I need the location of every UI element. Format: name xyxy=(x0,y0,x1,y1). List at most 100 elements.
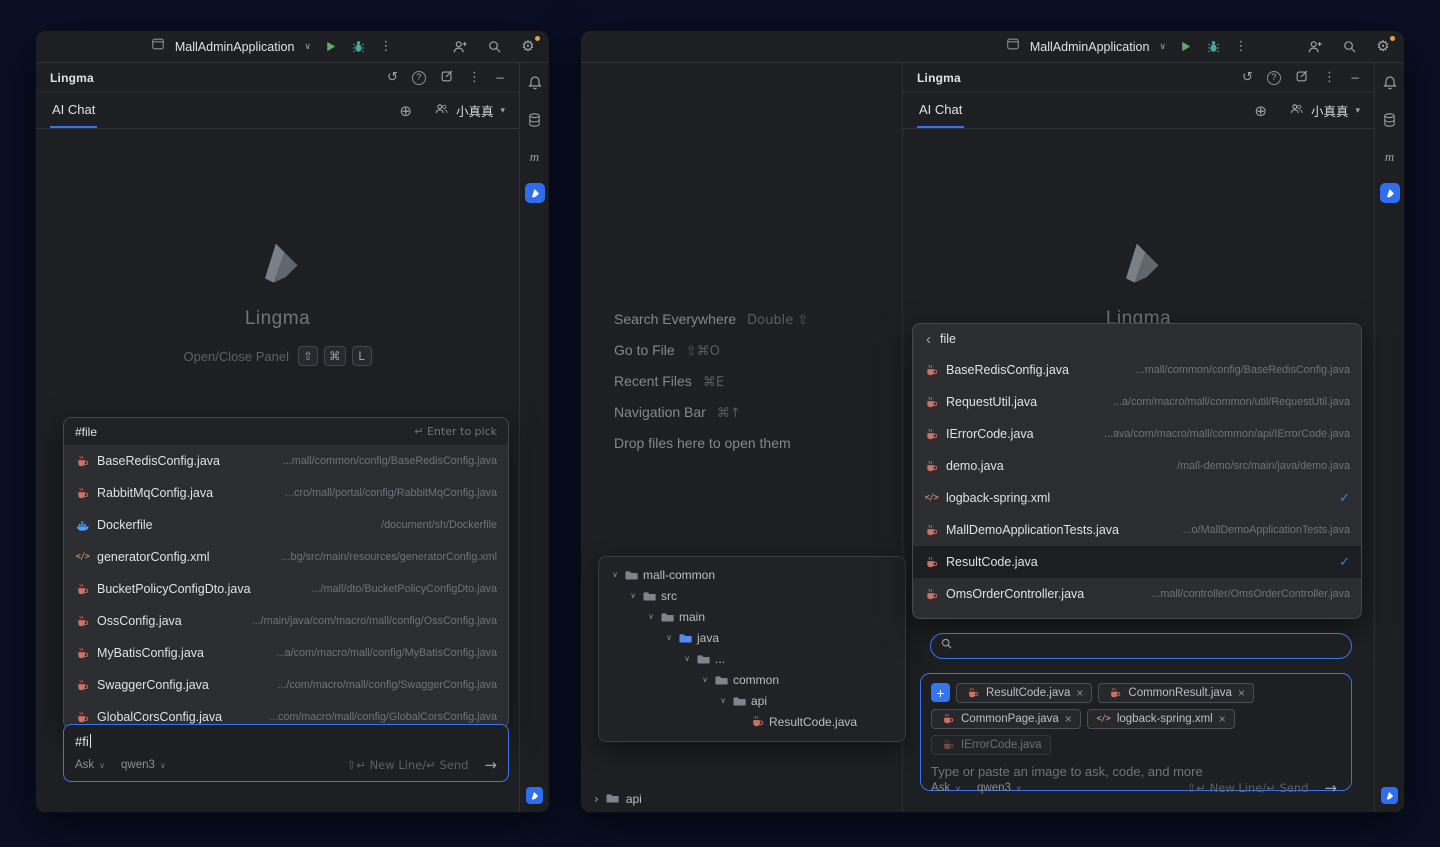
file-picker-row[interactable]: </> IErrorCode.java ...ava/com/macro/mal… xyxy=(913,418,1361,450)
remove-chip-button[interactable]: × xyxy=(1065,713,1072,725)
debug-button[interactable] xyxy=(1204,37,1222,57)
remove-chip-button[interactable]: × xyxy=(1076,687,1083,699)
file-name: SwaggerConfig.java xyxy=(97,678,209,692)
file-picker-row[interactable]: </> RequestUtil.java ...a/com/macro/mall… xyxy=(913,386,1361,418)
chevron-down-icon[interactable]: ∨ xyxy=(718,696,728,705)
java-file-icon xyxy=(965,687,980,699)
chevron-down-icon[interactable]: ∨ xyxy=(646,612,656,621)
context-chip[interactable]: </> IErrorCode.java × xyxy=(931,735,1051,755)
chevron-down-icon[interactable]: ∨ xyxy=(664,633,674,642)
back-chevron-icon[interactable]: ‹ xyxy=(926,332,931,347)
database-button[interactable] xyxy=(1379,109,1401,131)
context-input-box[interactable]: + </> ResultCode.java × xyxy=(920,673,1352,791)
lingma-status-icon[interactable] xyxy=(526,787,543,804)
more-actions-button[interactable]: ⋮ xyxy=(1232,37,1250,57)
chevron-down-icon[interactable]: ∨ xyxy=(682,654,692,663)
history-button[interactable]: ↺ xyxy=(1242,70,1253,85)
run-button[interactable] xyxy=(1176,37,1194,57)
settings-button[interactable]: ⚙ xyxy=(1374,37,1392,57)
file-picker-row[interactable]: </> ResultCode.java ✓ xyxy=(913,546,1361,578)
lingma-status-icon[interactable] xyxy=(1381,787,1398,804)
chevron-down-icon[interactable]: ∨ xyxy=(628,591,638,600)
file-picker-row[interactable]: </> OssConfig.java .../main/java/com/mac… xyxy=(64,605,508,637)
run-config-selector[interactable]: MallAdminApplication xyxy=(1030,40,1150,54)
model-select[interactable]: qwen3 ∨ xyxy=(977,782,1022,794)
tree-row[interactable]: ∨ api xyxy=(599,690,905,711)
minimize-panel-button[interactable]: − xyxy=(495,71,505,85)
chevron-right-icon[interactable]: › xyxy=(594,792,599,806)
lingma-plugin-button[interactable] xyxy=(525,183,545,203)
file-picker-row[interactable]: </> SwaggerConfig.java .../com/macro/mal… xyxy=(64,669,508,701)
file-name: RequestUtil.java xyxy=(946,395,1037,409)
new-chat-button[interactable]: ⊕ xyxy=(1254,102,1267,120)
panel-more-button[interactable]: ⋮ xyxy=(1323,70,1336,85)
minimize-panel-button[interactable]: − xyxy=(1350,71,1360,85)
ask-mode-select[interactable]: Ask ∨ xyxy=(931,782,961,794)
help-button[interactable]: ? xyxy=(412,71,426,85)
tree-row[interactable]: ∨ mall-common xyxy=(599,564,905,585)
run-button[interactable] xyxy=(321,37,339,57)
debug-button[interactable] xyxy=(349,37,367,57)
tree-row[interactable]: ∨ main xyxy=(599,606,905,627)
panel-more-button[interactable]: ⋮ xyxy=(468,70,481,85)
tree-row[interactable]: ∨ ... xyxy=(599,648,905,669)
context-search-field[interactable] xyxy=(930,633,1352,659)
context-chip[interactable]: </> CommonResult.java × xyxy=(1098,683,1254,703)
file-picker-row[interactable]: </> logback-spring.xml ✓ xyxy=(913,482,1361,514)
remove-chip-button[interactable]: × xyxy=(1219,713,1226,725)
file-picker-row[interactable]: </> Dockerfile /document/sh/Dockerfile xyxy=(64,509,508,541)
file-picker-row[interactable]: </> RabbitMqConfig.java ...cro/mall/port… xyxy=(64,477,508,509)
ask-mode-select[interactable]: Ask ∨ xyxy=(75,759,105,771)
chevron-down-icon[interactable]: ∨ xyxy=(700,675,710,684)
file-picker-row[interactable]: </> BaseRedisConfig.java ...mall/common/… xyxy=(64,445,508,477)
search-everywhere-button[interactable] xyxy=(485,37,503,57)
file-picker-row[interactable]: </> MallDemoApplicationTests.java ...o/M… xyxy=(913,514,1361,546)
maven-button[interactable]: m xyxy=(524,146,546,168)
add-user-button[interactable] xyxy=(451,37,469,57)
maven-button[interactable]: m xyxy=(1379,146,1401,168)
notifications-button[interactable] xyxy=(1379,72,1401,94)
new-conversation-button[interactable] xyxy=(440,69,454,86)
lingma-plugin-button[interactable] xyxy=(1380,183,1400,203)
account-menu[interactable]: 小真真 ▾ xyxy=(1289,101,1360,120)
search-everywhere-button[interactable] xyxy=(1340,37,1358,57)
notifications-button[interactable] xyxy=(524,72,546,94)
add-user-button[interactable] xyxy=(1306,37,1324,57)
tree-row[interactable]: ∨ src xyxy=(599,585,905,606)
tab-ai-chat[interactable]: AI Chat xyxy=(50,93,97,128)
file-picker-row[interactable]: </> BaseRedisConfig.java ...mall/common/… xyxy=(913,354,1361,386)
file-picker-row[interactable]: </> OmsOrderController.java ...mall/cont… xyxy=(913,578,1361,610)
tab-ai-chat[interactable]: AI Chat xyxy=(917,93,964,128)
remove-chip-button[interactable]: × xyxy=(1238,687,1245,699)
more-actions-button[interactable]: ⋮ xyxy=(377,37,395,57)
tree-item-name: ... xyxy=(715,652,725,666)
file-picker-row[interactable]: </> generatorConfig.xml ...bg/src/main/r… xyxy=(64,541,508,573)
tree-row[interactable]: ∨ common xyxy=(599,669,905,690)
file-path: ...mall/controller/OmsOrderController.ja… xyxy=(1091,588,1350,600)
send-button[interactable]: → xyxy=(484,756,497,774)
send-button[interactable]: → xyxy=(1324,779,1337,797)
context-chip[interactable]: </> ResultCode.java × xyxy=(956,683,1092,703)
account-menu[interactable]: 小真真 ▾ xyxy=(434,101,505,120)
chip-file-name: CommonResult.java xyxy=(1128,687,1232,699)
database-button[interactable] xyxy=(524,109,546,131)
file-picker-row[interactable]: </> demo.java /mall-demo/src/main/java/d… xyxy=(913,450,1361,482)
context-chip[interactable]: </> CommonPage.java × xyxy=(931,709,1081,729)
help-button[interactable]: ? xyxy=(1267,71,1281,85)
new-chat-button[interactable]: ⊕ xyxy=(399,102,412,120)
run-config-selector[interactable]: MallAdminApplication xyxy=(175,40,295,54)
context-chip[interactable]: </> logback-spring.xml × xyxy=(1087,709,1235,729)
history-button[interactable]: ↺ xyxy=(387,70,398,85)
chevron-down-icon[interactable]: ∨ xyxy=(610,570,620,579)
settings-button[interactable]: ⚙ xyxy=(519,37,537,57)
file-picker-row[interactable]: </> BucketPolicyConfigDto.java .../mall/… xyxy=(64,573,508,605)
new-conversation-button[interactable] xyxy=(1295,69,1309,86)
chat-input-line[interactable]: #fi xyxy=(75,733,497,749)
add-context-button[interactable]: + xyxy=(931,683,950,702)
model-select[interactable]: qwen3 ∨ xyxy=(121,759,166,771)
tree-row[interactable]: ∨ java xyxy=(599,627,905,648)
file-picker-row[interactable]: </> MyBatisConfig.java ...a/com/macro/ma… xyxy=(64,637,508,669)
tree-row[interactable]: ∨ ResultCode.java xyxy=(599,711,905,732)
status-breadcrumb-item[interactable]: api xyxy=(626,792,642,806)
chat-input-box[interactable]: #fi Ask ∨ qwen3 ∨ ⇧↵ New Line/↵ Send xyxy=(63,724,509,782)
